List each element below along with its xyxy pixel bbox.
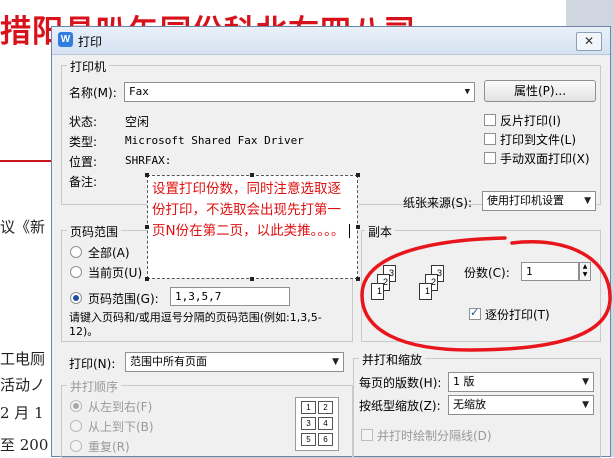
- printer-name-label: 名称(M):: [69, 86, 117, 100]
- scale-select[interactable]: 无缩放 ▼: [448, 395, 594, 415]
- resize-handle[interactable]: [356, 173, 360, 177]
- page-range-label[interactable]: 页码范围(G):: [88, 290, 159, 307]
- close-icon: ✕: [583, 34, 595, 48]
- close-button[interactable]: ✕: [576, 32, 602, 51]
- page-icon: 1: [419, 283, 432, 300]
- left-to-right-label[interactable]: 从左到右(F): [88, 398, 152, 415]
- comment-label: 备注:: [69, 175, 98, 189]
- spin-up-icon[interactable]: ▲: [580, 263, 590, 271]
- doc-char-6: 至 200: [0, 436, 49, 454]
- properties-button[interactable]: 属性(P)...: [484, 80, 596, 102]
- resize-handle[interactable]: [356, 277, 360, 281]
- wps-app-icon: W: [58, 32, 73, 47]
- preview-cell: 4: [318, 417, 333, 430]
- printer-name-value: Fax: [129, 85, 149, 98]
- scale-value: 无缩放: [453, 398, 486, 411]
- left-to-right-radio[interactable]: [70, 400, 82, 412]
- top-to-bottom-label[interactable]: 从上到下(B): [88, 418, 154, 435]
- copies-group: [361, 230, 601, 342]
- annotation-text: 设置打印份数，同时注意选取逐份打印，不选取会出现先打第一页N份在第二页，以此类推…: [152, 181, 345, 239]
- spin-down-icon[interactable]: ▼: [580, 271, 590, 279]
- manual-duplex-checkbox[interactable]: [484, 152, 496, 164]
- doc-char-5: 2 月 1: [0, 404, 44, 422]
- preview-cell: 1: [301, 401, 316, 414]
- collate-checkbox[interactable]: [469, 306, 481, 320]
- resize-handle[interactable]: [250, 173, 254, 177]
- status-label: 状态:: [69, 115, 98, 129]
- paper-source-label: 纸张来源(S):: [403, 196, 473, 210]
- manual-duplex-label[interactable]: 手动双面打印(X): [500, 150, 590, 167]
- printer-name-select[interactable]: Fax ▼: [124, 82, 475, 102]
- page-icon: 1: [371, 283, 384, 300]
- copies-spinner[interactable]: ▲ ▼: [579, 262, 591, 281]
- print-what-label: 打印(N):: [69, 357, 116, 371]
- pages-per-sheet-label: 每页的版数(H):: [359, 376, 442, 390]
- chevron-down-icon: ▼: [584, 196, 591, 206]
- scale-label: 按纸型缩放(Z):: [359, 399, 441, 413]
- collate-label[interactable]: 逐份打印(T): [485, 306, 550, 323]
- dialog-titlebar[interactable]: W 打印 ✕: [52, 27, 610, 55]
- print-order-preview: 1 2 3 4 5 6: [295, 397, 339, 451]
- draw-borders-label[interactable]: 并打时绘制分隔线(D): [377, 427, 492, 444]
- page-range-group-label: 页码范围: [67, 223, 122, 240]
- dialog-title: 打印: [78, 35, 103, 49]
- chevron-down-icon: ▼: [464, 87, 470, 97]
- doc-char-4: 活动ノ: [0, 376, 46, 394]
- zoom-group-label: 并打和缩放: [359, 351, 426, 368]
- text-cursor: [348, 224, 350, 238]
- all-pages-radio[interactable]: [70, 246, 82, 258]
- preview-cell: 3: [301, 417, 316, 430]
- draw-borders-checkbox[interactable]: [361, 429, 373, 441]
- doc-char-3: 工电厕: [0, 350, 46, 368]
- annotation-textbox[interactable]: 设置打印份数，同时注意选取逐份打印，不选取会出现先打第一页N份在第二页，以此类推…: [147, 175, 358, 279]
- resize-handle[interactable]: [145, 173, 149, 177]
- copies-count-label: 份数(C):: [464, 266, 510, 280]
- print-to-file-label[interactable]: 打印到文件(L): [500, 131, 576, 148]
- print-what-select[interactable]: 范围中所有页面 ▼: [125, 352, 344, 372]
- printer-group-label: 打印机: [67, 58, 110, 75]
- reverse-print-label[interactable]: 反片打印(I): [500, 112, 561, 129]
- page-range-hint: 请键入页码和/或用逗号分隔的页码范围(例如:1,3,5-12)。: [69, 311, 322, 338]
- copies-group-label: 副本: [365, 223, 396, 240]
- all-pages-label[interactable]: 全部(A): [88, 244, 130, 261]
- resize-handle[interactable]: [356, 225, 360, 229]
- preview-cell: 6: [318, 433, 333, 446]
- reverse-print-checkbox[interactable]: [484, 114, 496, 126]
- resize-handle[interactable]: [250, 277, 254, 281]
- status-value: 空闲: [125, 115, 150, 129]
- page-range-input[interactable]: 1,3,5,7: [170, 287, 290, 306]
- current-page-radio[interactable]: [70, 266, 82, 278]
- doc-char-2: 议《新: [0, 218, 46, 236]
- type-value: Microsoft Shared Fax Driver: [125, 134, 304, 147]
- repeat-radio[interactable]: [70, 440, 82, 452]
- page-range-radio[interactable]: [70, 292, 82, 304]
- resize-handle[interactable]: [145, 277, 149, 281]
- preview-cell: 5: [301, 433, 316, 446]
- type-label: 类型:: [69, 135, 98, 149]
- repeat-label[interactable]: 重复(R): [88, 438, 130, 455]
- pages-per-sheet-select[interactable]: 1 版 ▼: [448, 372, 594, 392]
- location-label: 位置:: [69, 155, 98, 169]
- paper-source-select[interactable]: 使用打印机设置 ▼: [482, 191, 596, 211]
- pages-per-sheet-value: 1 版: [453, 375, 475, 388]
- print-order-group-label: 并打顺序: [67, 378, 122, 395]
- chevron-down-icon: ▼: [332, 357, 339, 367]
- top-to-bottom-radio[interactable]: [70, 420, 82, 432]
- print-what-value: 范围中所有页面: [130, 355, 207, 368]
- current-page-label[interactable]: 当前页(U): [88, 264, 142, 281]
- paper-source-value: 使用打印机设置: [487, 194, 564, 207]
- resize-handle[interactable]: [145, 225, 149, 229]
- location-value: SHRFAX:: [125, 154, 172, 167]
- print-to-file-checkbox[interactable]: [484, 133, 496, 145]
- chevron-down-icon: ▼: [582, 400, 589, 410]
- chevron-down-icon: ▼: [582, 377, 589, 387]
- preview-cell: 2: [318, 401, 333, 414]
- copies-count-input[interactable]: 1: [521, 262, 579, 281]
